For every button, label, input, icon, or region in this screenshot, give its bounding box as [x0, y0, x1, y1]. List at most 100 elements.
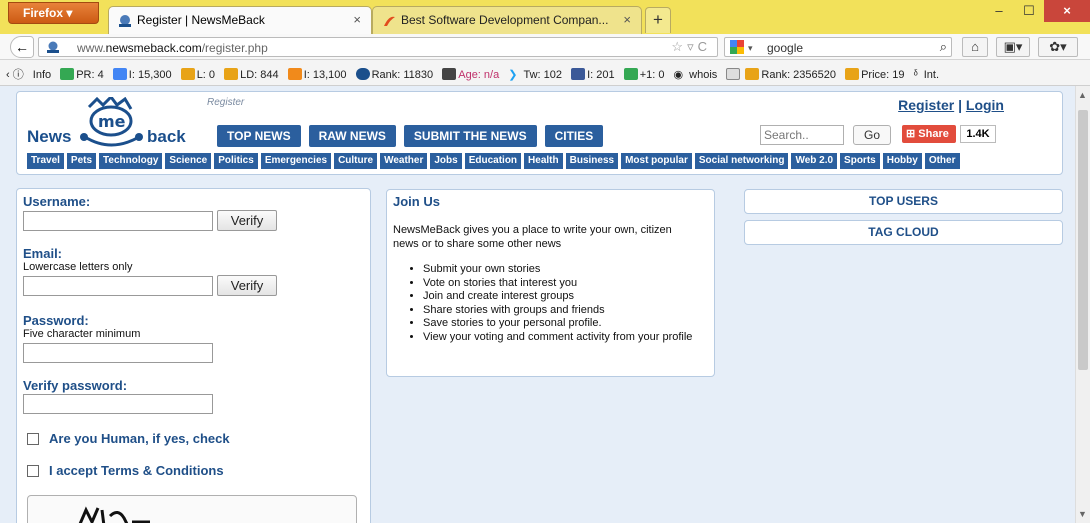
seo-more[interactable]: Int.: [924, 69, 939, 81]
seo-info[interactable]: Info: [33, 69, 51, 81]
tab-close-icon[interactable]: ×: [623, 12, 631, 27]
category-emergencies[interactable]: Emergencies: [260, 153, 332, 169]
firefox-menu-label: Firefox: [23, 6, 64, 20]
close-window-button[interactable]: ×: [1044, 0, 1090, 22]
search-engine-text: google: [767, 41, 804, 55]
seo-bing-index[interactable]: I: 13,100: [304, 69, 347, 81]
share-label: Share: [918, 128, 949, 140]
email-field[interactable]: [23, 276, 213, 296]
semrush-icon: [224, 68, 239, 80]
tab-register[interactable]: Register | NewsMeBack ×: [108, 6, 372, 34]
bookmark-star-icon[interactable]: ☆▿C: [671, 39, 711, 55]
seo-linking-domains[interactable]: LD: 844: [240, 69, 279, 81]
login-link[interactable]: Login: [966, 97, 1004, 113]
new-tab-button[interactable]: +: [645, 7, 671, 33]
nav-cities[interactable]: CITIES: [544, 125, 604, 147]
tab-register-label: Register | NewsMeBack: [137, 13, 265, 27]
source-icon: [726, 68, 741, 80]
page-scrollbar[interactable]: ▲ ▼: [1075, 86, 1090, 523]
category-travel[interactable]: Travel: [27, 153, 64, 169]
category-science[interactable]: Science: [165, 153, 212, 169]
tab-close-icon[interactable]: ×: [353, 12, 361, 27]
category-culture[interactable]: Culture: [334, 153, 378, 169]
verify-username-button[interactable]: Verify: [217, 210, 277, 231]
list-item: Vote on stories that interest you: [423, 277, 706, 291]
nav-submit-news[interactable]: SUBMIT THE NEWS: [403, 125, 537, 147]
human-check-label: Are you Human, if yes, check: [49, 431, 230, 446]
minimize-button[interactable]: –: [984, 0, 1014, 22]
seo-price[interactable]: Price: 19: [861, 69, 904, 81]
address-bar[interactable]: www.newsmeback.com/register.php ☆▿C: [38, 37, 718, 57]
bookmarks-menu-icon[interactable]: ▣▾: [996, 37, 1030, 57]
category-social-networking[interactable]: Social networking: [694, 153, 789, 169]
category-business[interactable]: Business: [565, 153, 619, 169]
scroll-up-icon[interactable]: ▲: [1078, 90, 1087, 100]
firefox-menu-button[interactable]: Firefox ▾: [8, 2, 99, 24]
seo-facebook[interactable]: I: 201: [587, 69, 615, 81]
seo-pagerank[interactable]: PR: 4: [76, 69, 104, 81]
seo-tweets[interactable]: Tw: 102: [524, 69, 563, 81]
newsmeback-logo[interactable]: me News back: [27, 97, 207, 149]
twitter-icon: ❯: [508, 69, 518, 81]
seo-plusone[interactable]: +1: 0: [640, 69, 665, 81]
logo-me-text: me: [98, 112, 126, 131]
category-health[interactable]: Health: [524, 153, 563, 169]
scroll-down-icon[interactable]: ▼: [1078, 509, 1087, 519]
category-education[interactable]: Education: [464, 153, 522, 169]
maximize-button[interactable]: ☐: [1014, 0, 1044, 22]
tab-best-software[interactable]: Best Software Development Compan... ×: [372, 6, 642, 34]
page-content: me News back Register TOP NEWS RAW NEWS …: [0, 86, 1075, 523]
email-hint: Lowercase letters only: [23, 261, 133, 273]
search-engine-box[interactable]: ▾ google ⌕: [724, 37, 952, 57]
category-politics[interactable]: Politics: [214, 153, 258, 169]
url-text: www.newsmeback.com/register.php: [77, 41, 268, 55]
home-icon[interactable]: ⌂: [962, 37, 988, 57]
category-most-popular[interactable]: Most popular: [621, 153, 692, 169]
terms-check-label[interactable]: I accept Terms & Conditions: [49, 463, 224, 478]
category-pets[interactable]: Pets: [66, 153, 97, 169]
back-arrow-icon[interactable]: ←: [10, 36, 34, 58]
category-sports[interactable]: Sports: [840, 153, 880, 169]
category-hobby[interactable]: Hobby: [882, 153, 922, 169]
human-checkbox[interactable]: [27, 433, 39, 445]
join-us-title: Join Us: [393, 194, 440, 209]
site-header: me News back Register TOP NEWS RAW NEWS …: [16, 91, 1063, 175]
alexa-icon: [355, 68, 370, 80]
software-favicon-icon: [384, 16, 395, 26]
category-web-2[interactable]: Web 2.0: [791, 153, 838, 169]
site-search-go-button[interactable]: Go: [853, 125, 891, 145]
top-users-box[interactable]: TOP USERS: [744, 189, 1063, 214]
seo-alexa-rank[interactable]: Rank: 11830: [372, 69, 434, 81]
terms-checkbox[interactable]: [27, 465, 39, 477]
seo-semrush-rank[interactable]: Rank: 2356520: [761, 69, 836, 81]
seo-links[interactable]: L: 0: [197, 69, 215, 81]
addon-icon[interactable]: ✿▾: [1038, 37, 1078, 57]
info-icon[interactable]: ‹ ⓘ: [6, 69, 24, 81]
scrollbar-thumb[interactable]: [1078, 110, 1088, 370]
share-button[interactable]: ⊞ Share: [902, 125, 956, 143]
register-link[interactable]: Register: [898, 97, 954, 113]
facebook-icon: [571, 68, 586, 80]
username-field[interactable]: [23, 211, 213, 231]
seo-google-index[interactable]: I: 15,300: [129, 69, 172, 81]
svg-text:▾: ▾: [748, 44, 753, 54]
more-icon: ᵟ: [913, 69, 918, 81]
seo-whois[interactable]: whois: [689, 69, 717, 81]
category-other[interactable]: Other: [924, 153, 960, 169]
nav-raw-news[interactable]: RAW NEWS: [308, 125, 396, 147]
verify-password-field[interactable]: [23, 394, 213, 414]
verify-email-button[interactable]: Verify: [217, 275, 277, 296]
category-weather[interactable]: Weather: [380, 153, 428, 169]
seo-age[interactable]: Age: n/a: [458, 69, 499, 81]
category-technology[interactable]: Technology: [99, 153, 163, 169]
password-field[interactable]: [23, 343, 213, 363]
nav-top-news[interactable]: TOP NEWS: [217, 125, 301, 147]
google-plus-icon: [623, 68, 638, 80]
site-search-input[interactable]: Search..: [760, 125, 844, 145]
list-item: Submit your own stories: [423, 263, 706, 277]
search-magnifier-icon[interactable]: ⌕: [940, 39, 947, 55]
join-us-panel: Join Us NewsMeBack gives you a place to …: [386, 189, 715, 377]
tag-cloud-box[interactable]: TAG CLOUD: [744, 220, 1063, 245]
browser-titlebar: Firefox ▾ Register | NewsMeBack × Best S…: [0, 0, 1090, 34]
category-jobs[interactable]: Jobs: [430, 153, 462, 169]
